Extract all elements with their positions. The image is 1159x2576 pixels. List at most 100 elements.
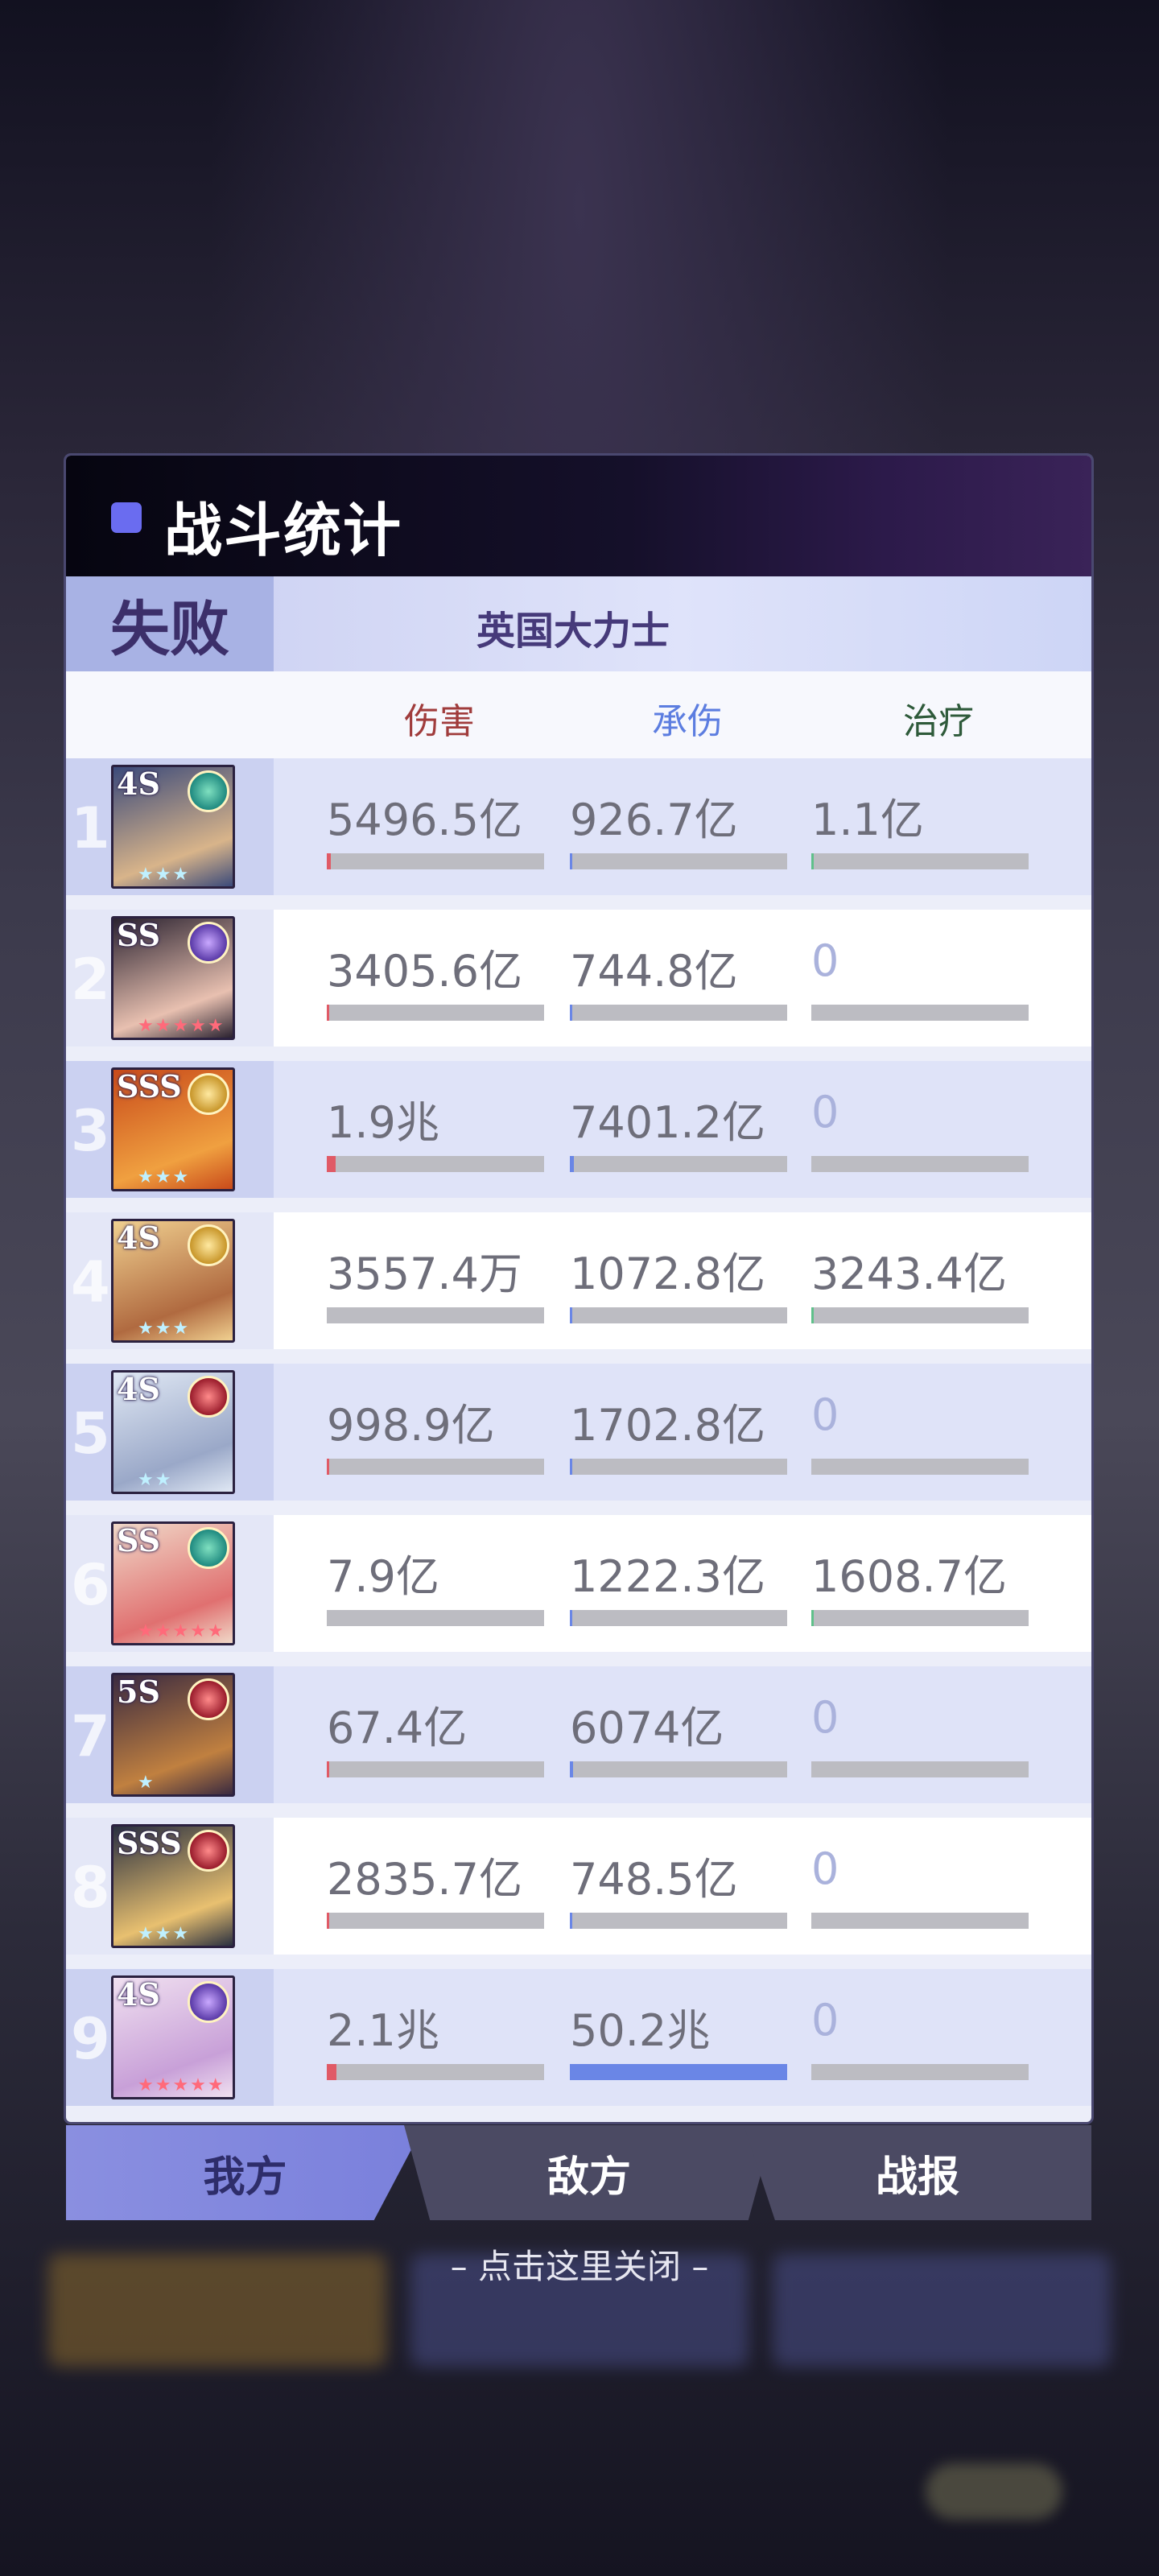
damage-taken-value: 50.2兆 [570, 2005, 711, 2056]
damage-taken-bar-fill [570, 1761, 574, 1777]
damage-bar-fill [327, 853, 332, 869]
damage-value: 67.4亿 [327, 1703, 468, 1753]
title-square-icon [111, 502, 142, 533]
hero-grade: 4S [117, 1371, 160, 1407]
healing-bar-fill [811, 1610, 814, 1626]
damage-taken-bar [570, 1610, 787, 1626]
damage-value: 2.1兆 [327, 2005, 439, 2056]
damage-bar-fill [327, 1913, 330, 1929]
healing-bar [811, 1156, 1029, 1172]
damage-taken-value: 748.5亿 [570, 1854, 738, 1905]
damage-taken-bar [570, 853, 787, 869]
hero-row: 8 SSS ★★★ 2835.7亿 748.5亿 0 [66, 1818, 1091, 1955]
hero-grade: SS [117, 917, 161, 953]
damage-bar [327, 853, 544, 869]
rank-number: 6 [71, 1552, 110, 1618]
damage-taken-bar-fill [570, 1913, 572, 1929]
damage-bar-fill [327, 1761, 329, 1777]
close-hint[interactable]: – 点击这里关闭 – [0, 2240, 1159, 2289]
moon-element-icon [188, 922, 229, 964]
hero-grade: 4S [117, 766, 160, 802]
star-rating: ★★★★★ [138, 1016, 225, 1036]
damage-value: 3405.6亿 [327, 946, 522, 997]
damage-taken-value: 1222.3亿 [570, 1551, 765, 1602]
hero-row: 2 SS ★★★★★ 3405.6亿 744.8亿 0 [66, 910, 1091, 1046]
hero-grade: 4S [117, 1220, 160, 1256]
battle-stats-panel: 战斗统计 失败 英国大力士 伤害 承伤 治疗 1 4S ★★★ 5496.5亿 … [66, 456, 1091, 2122]
damage-taken-value: 744.8亿 [570, 946, 738, 997]
hero-cell: 6 SS ★★★★★ [66, 1515, 274, 1652]
star-rating: ★★★★★ [138, 1621, 225, 1641]
damage-value: 7.9亿 [327, 1551, 439, 1602]
star-rating: ★★★ [138, 1319, 191, 1339]
damage-taken-bar [570, 1761, 787, 1777]
healing-value: 0 [811, 1389, 839, 1440]
tab-enemy-side[interactable]: 敌方 [404, 2125, 774, 2220]
hero-avatar[interactable]: 4S ★★★ [111, 1219, 235, 1343]
healing-bar [811, 1005, 1029, 1021]
rank-number: 2 [71, 947, 110, 1013]
hero-grade: SS [117, 1522, 161, 1558]
hero-cell: 9 4S ★★★★★ [66, 1969, 274, 2106]
rank-number: 3 [71, 1098, 110, 1164]
light-element-icon [188, 1224, 229, 1266]
damage-bar-fill [327, 1005, 330, 1021]
opponent-name: 英国大力士 [476, 609, 670, 654]
title-bar: 战斗统计 [66, 456, 1091, 576]
rank-number: 7 [71, 1703, 110, 1769]
hero-avatar[interactable]: SS ★★★★★ [111, 916, 235, 1040]
hero-avatar[interactable]: SSS ★★★ [111, 1067, 235, 1191]
wind-element-icon [188, 1527, 229, 1569]
healing-value: 0 [811, 1995, 839, 2046]
wind-element-icon [188, 770, 229, 812]
hero-cell: 5 4S ★★ [66, 1364, 274, 1501]
hero-avatar[interactable]: 4S ★★★★★ [111, 1975, 235, 2099]
damage-taken-bar [570, 1156, 787, 1172]
damage-taken-value: 926.7亿 [570, 795, 738, 845]
hero-cell: 4 4S ★★★ [66, 1212, 274, 1349]
tab-our-side[interactable]: 我方 [66, 2125, 424, 2220]
fire-element-icon [188, 1376, 229, 1418]
healing-value: 0 [811, 935, 839, 986]
hero-avatar[interactable]: 4S ★★ [111, 1370, 235, 1494]
hero-grade: SSS [117, 1068, 182, 1104]
hero-avatar[interactable]: 5S ★ [111, 1673, 235, 1797]
star-rating: ★★★ [138, 1924, 191, 1944]
star-rating: ★★ [138, 1470, 173, 1490]
healing-value: 1608.7亿 [811, 1551, 1007, 1602]
panel-title: 战斗统计 [164, 497, 403, 564]
damage-bar [327, 1156, 544, 1172]
hero-grade: SSS [117, 1825, 182, 1861]
rank-number: 1 [71, 795, 110, 861]
hero-avatar[interactable]: 4S ★★★ [111, 765, 235, 889]
healing-bar-fill [811, 853, 814, 869]
tab-battle-report[interactable]: 战报 [744, 2125, 1091, 2220]
result-box: 失败 [66, 576, 274, 671]
healing-bar [811, 1459, 1029, 1475]
damage-bar [327, 1761, 544, 1777]
rank-number: 9 [71, 2006, 110, 2072]
side-tabs: 我方 敌方 战报 [66, 2125, 1091, 2220]
healing-bar [811, 853, 1029, 869]
hero-avatar[interactable]: SSS ★★★ [111, 1824, 235, 1948]
hero-row: 1 4S ★★★ 5496.5亿 926.7亿 1.1亿 [66, 758, 1091, 895]
hero-row: 9 4S ★★★★★ 2.1兆 50.2兆 0 [66, 1969, 1091, 2106]
healing-value: 0 [811, 1087, 839, 1137]
damage-taken-bar [570, 1307, 787, 1323]
damage-bar [327, 1913, 544, 1929]
hero-avatar[interactable]: SS ★★★★★ [111, 1521, 235, 1645]
hero-grade: 5S [117, 1674, 160, 1710]
damage-taken-value: 7401.2亿 [570, 1097, 765, 1148]
column-header: 伤害 承伤 治疗 [66, 671, 1091, 758]
star-rating: ★★★ [138, 1167, 191, 1187]
damage-taken-value: 6074亿 [570, 1703, 724, 1753]
healing-value: 1.1亿 [811, 795, 924, 845]
battle-result: 失败 [110, 594, 229, 664]
damage-bar [327, 2064, 544, 2080]
damage-bar [327, 1610, 544, 1626]
damage-taken-bar-fill [570, 1156, 575, 1172]
damage-bar-fill [327, 1459, 329, 1475]
healing-value: 3243.4亿 [811, 1249, 1007, 1299]
damage-taken-value: 1072.8亿 [570, 1249, 765, 1299]
column-damage-taken: 承伤 [652, 701, 723, 742]
